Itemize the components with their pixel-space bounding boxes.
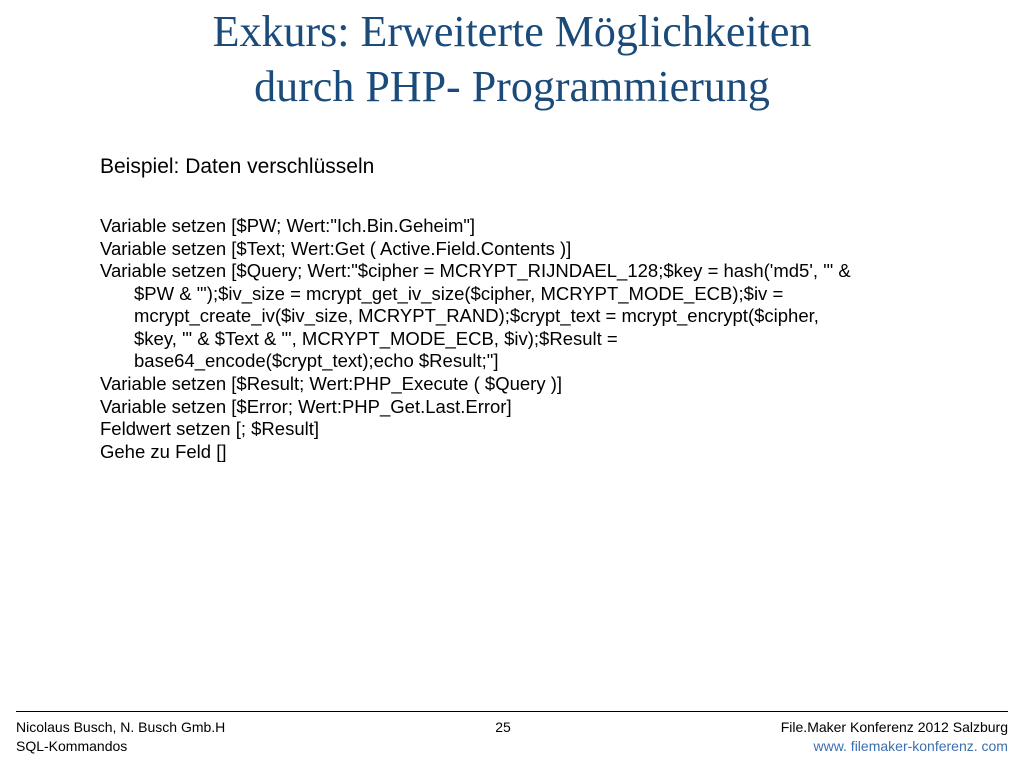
footer-page-number: 25 bbox=[495, 718, 511, 737]
footer-url: www. filemaker-konferenz. com bbox=[781, 737, 1008, 756]
code-line: Variable setzen [$Result; Wert:PHP_Execu… bbox=[100, 373, 930, 396]
footer-author: Nicolaus Busch, N. Busch Gmb.H bbox=[16, 718, 225, 737]
footer-conference: File.Maker Konferenz 2012 Salzburg bbox=[781, 718, 1008, 737]
code-line: Variable setzen [$Query; Wert:"$cipher =… bbox=[100, 260, 930, 283]
code-line-cont: base64_encode($crypt_text);echo $Result;… bbox=[100, 350, 930, 373]
code-line-cont: $key, '" & $Text & "', MCRYPT_MODE_ECB, … bbox=[100, 328, 930, 351]
code-line: Feldwert setzen [; $Result] bbox=[100, 418, 930, 441]
title-line-2: durch PHP- Programmierung bbox=[254, 62, 770, 111]
footer-left: Nicolaus Busch, N. Busch Gmb.H SQL-Komma… bbox=[16, 718, 225, 756]
slide-footer: Nicolaus Busch, N. Busch Gmb.H SQL-Komma… bbox=[0, 711, 1024, 756]
code-line: Variable setzen [$Text; Wert:Get ( Activ… bbox=[100, 238, 930, 261]
slide-title: Exkurs: Erweiterte Möglichkeiten durch P… bbox=[0, 4, 1024, 114]
title-line-1: Exkurs: Erweiterte Möglichkeiten bbox=[213, 7, 812, 56]
code-line-cont: $PW & "');$iv_size = mcrypt_get_iv_size(… bbox=[100, 283, 930, 306]
slide-subtitle: Beispiel: Daten verschlüsseln bbox=[100, 155, 374, 179]
footer-divider bbox=[16, 711, 1008, 712]
footer-right: File.Maker Konferenz 2012 Salzburg www. … bbox=[781, 718, 1008, 756]
code-line: Variable setzen [$PW; Wert:"Ich.Bin.Gehe… bbox=[100, 215, 930, 238]
code-line-cont: mcrypt_create_iv($iv_size, MCRYPT_RAND);… bbox=[100, 305, 930, 328]
code-block: Variable setzen [$PW; Wert:"Ich.Bin.Gehe… bbox=[100, 215, 930, 463]
code-line: Variable setzen [$Error; Wert:PHP_Get.La… bbox=[100, 396, 930, 419]
code-line: Gehe zu Feld [] bbox=[100, 441, 930, 464]
footer-topic: SQL-Kommandos bbox=[16, 737, 225, 756]
